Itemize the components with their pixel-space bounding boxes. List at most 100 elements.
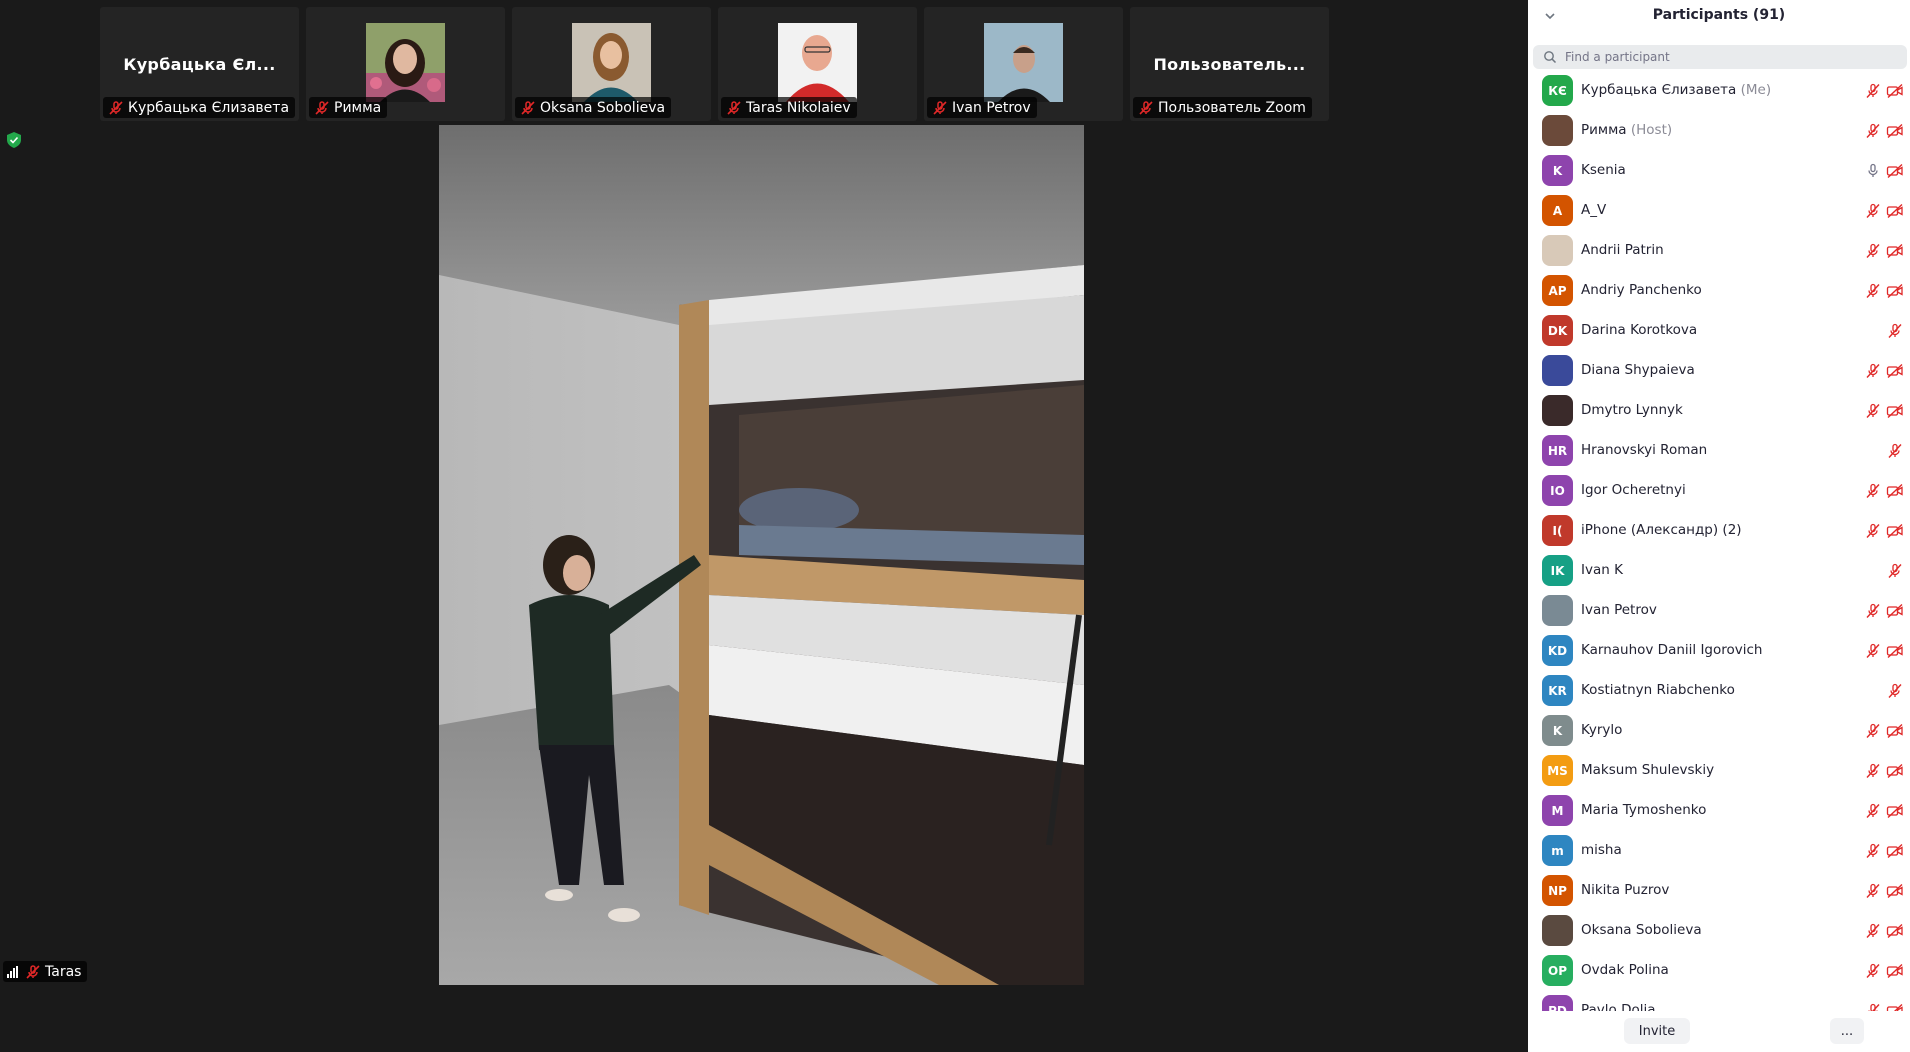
- video-thumbnail[interactable]: Курбацька Єл... Курбацька Єлизавета: [100, 7, 299, 121]
- participant-name: Darina Korotkova: [1581, 322, 1697, 338]
- mic-muted-icon: [1866, 243, 1880, 258]
- participant-row[interactable]: Римма (Host): [1528, 111, 1910, 151]
- participant-photo: [983, 23, 1063, 102]
- video-off-icon: [1886, 723, 1903, 739]
- participant-row[interactable]: Ivan Petrov: [1528, 591, 1910, 631]
- participant-row[interactable]: OP Ovdak Polina: [1528, 951, 1910, 991]
- participant-name-text: Ksenia: [1581, 162, 1626, 178]
- thumbnail-strip: Курбацька Єл... Курбацька Єлизавета Римм…: [100, 7, 1329, 121]
- participant-name-text: Oksana Sobolieva: [1581, 922, 1702, 938]
- encryption-shield-icon[interactable]: [6, 131, 22, 149]
- search-icon: [1544, 51, 1557, 64]
- mic-muted-icon: [1888, 323, 1902, 338]
- video-off-icon: [1886, 403, 1903, 419]
- participant-row[interactable]: HR Hranovskyi Roman: [1528, 431, 1910, 471]
- mic-muted-icon: [26, 964, 40, 979]
- mic-muted-icon: [1888, 563, 1902, 578]
- speaker-name: Taras: [45, 963, 82, 980]
- video-thumbnail[interactable]: Пользователь... Пользователь Zoom: [1130, 7, 1329, 121]
- video-off-icon: [1886, 883, 1903, 899]
- participant-row[interactable]: IO Igor Ocheretnyi: [1528, 471, 1910, 511]
- thumbnail-label-text: Курбацька Єлизавета: [128, 99, 290, 116]
- avatar: MS: [1542, 755, 1573, 786]
- participant-row[interactable]: MS Maksum Shulevskiy: [1528, 751, 1910, 791]
- participant-row[interactable]: NP Nikita Puzrov: [1528, 871, 1910, 911]
- participant-status-icons: [1864, 763, 1904, 779]
- participant-row[interactable]: DK Darina Korotkova: [1528, 311, 1910, 351]
- participant-row[interactable]: I(iPhone (Александр) (2): [1528, 511, 1910, 551]
- video-thumbnail[interactable]: Ivan Petrov: [924, 7, 1123, 121]
- participant-status-icons: [1886, 323, 1904, 339]
- participant-status-icons: [1864, 843, 1904, 859]
- video-off-icon: [1886, 363, 1903, 379]
- participant-row[interactable]: КЄ Курбацька Єлизавета (Me): [1528, 71, 1910, 111]
- participant-row[interactable]: Dmytro Lynnyk: [1528, 391, 1910, 431]
- participant-row[interactable]: Diana Shypaieva: [1528, 351, 1910, 391]
- participant-status-icons: [1886, 683, 1904, 699]
- mic-muted-icon: [1139, 100, 1153, 115]
- participant-row[interactable]: Andrii Patrin: [1528, 231, 1910, 271]
- participant-row[interactable]: KR Kostiatnyn Riabchenko: [1528, 671, 1910, 711]
- participant-name-text: Ivan K: [1581, 562, 1623, 578]
- video-off-icon: [1886, 283, 1903, 299]
- participant-status-icons: [1864, 163, 1904, 179]
- mic-muted-icon: [1866, 723, 1880, 738]
- participant-photo: [777, 23, 857, 102]
- participant-status-icons: [1864, 243, 1904, 259]
- participant-row[interactable]: A A_V: [1528, 191, 1910, 231]
- participant-status-icons: [1864, 363, 1904, 379]
- panel-footer: Invite ...: [1528, 1011, 1910, 1052]
- participant-name: Dmytro Lynnyk: [1581, 402, 1683, 418]
- participant-name-text: Karnauhov Daniil Igorovich: [1581, 642, 1763, 658]
- participant-status-icons: [1864, 123, 1904, 139]
- mic-muted-icon: [1866, 843, 1880, 858]
- invite-button[interactable]: Invite: [1624, 1018, 1690, 1044]
- participant-name: Maria Tymoshenko: [1581, 802, 1706, 818]
- participant-row[interactable]: AP Andriy Panchenko: [1528, 271, 1910, 311]
- participant-row[interactable]: K Kyrylo: [1528, 711, 1910, 751]
- participant-row[interactable]: M Maria Tymoshenko: [1528, 791, 1910, 831]
- participant-status-icons: [1864, 283, 1904, 299]
- avatar: KR: [1542, 675, 1573, 706]
- mic-muted-icon: [1866, 483, 1880, 498]
- participant-status-icons: [1864, 603, 1904, 619]
- panel-title: Participants (91): [1652, 7, 1786, 23]
- thumbnail-label-text: Римма: [334, 99, 382, 116]
- thumbnail-label-text: Пользователь Zoom: [1158, 99, 1306, 116]
- avatar: M: [1542, 795, 1573, 826]
- search-input[interactable]: [1565, 50, 1885, 64]
- video-thumbnail[interactable]: Римма: [306, 7, 505, 121]
- more-options-button[interactable]: ...: [1830, 1018, 1864, 1044]
- participant-name-text: misha: [1581, 842, 1622, 858]
- participant-name-text: Kostiatnyn Riabchenko: [1581, 682, 1735, 698]
- participant-name: A_V: [1581, 202, 1606, 218]
- thumbnail-label-text: Oksana Sobolieva: [540, 99, 666, 116]
- participant-status-icons: [1864, 923, 1904, 939]
- video-thumbnail[interactable]: Taras Nikolaiev: [718, 7, 917, 121]
- participant-name: Римма (Host): [1581, 122, 1672, 138]
- participant-name: misha: [1581, 842, 1622, 858]
- participant-name: Oksana Sobolieva: [1581, 922, 1702, 938]
- video-off-icon: [1886, 203, 1903, 219]
- avatar: [1542, 115, 1573, 146]
- mic-muted-icon: [1868, 1003, 1880, 1011]
- meeting-area: Курбацька Єл... Курбацька Єлизавета Римм…: [0, 0, 1526, 1052]
- participant-list[interactable]: КЄ Курбацька Єлизавета (Me) Римма (Host) K K…: [1528, 71, 1910, 1011]
- video-off-icon: [1886, 843, 1903, 859]
- participant-status-icons: [1864, 723, 1904, 739]
- video-off-icon: [1886, 523, 1903, 539]
- participant-row[interactable]: PD Pavlo Dolia: [1528, 991, 1910, 1011]
- participant-row[interactable]: K Ksenia: [1528, 151, 1910, 191]
- avatar: IK: [1542, 555, 1573, 586]
- participant-row[interactable]: Oksana Sobolieva: [1528, 911, 1910, 951]
- avatar: K: [1542, 715, 1573, 746]
- active-speaker-video[interactable]: [439, 125, 1084, 985]
- participant-name-text: Hranovskyi Roman: [1581, 442, 1708, 458]
- participant-row[interactable]: IK Ivan K: [1528, 551, 1910, 591]
- participant-row[interactable]: m misha: [1528, 831, 1910, 871]
- participant-row[interactable]: KD Karnauhov Daniil Igorovich: [1528, 631, 1910, 671]
- avatar: A: [1542, 195, 1573, 226]
- search-box[interactable]: [1533, 45, 1907, 69]
- video-thumbnail[interactable]: Oksana Sobolieva: [512, 7, 711, 121]
- participant-name-text: Pavlo Dolia: [1581, 1002, 1656, 1011]
